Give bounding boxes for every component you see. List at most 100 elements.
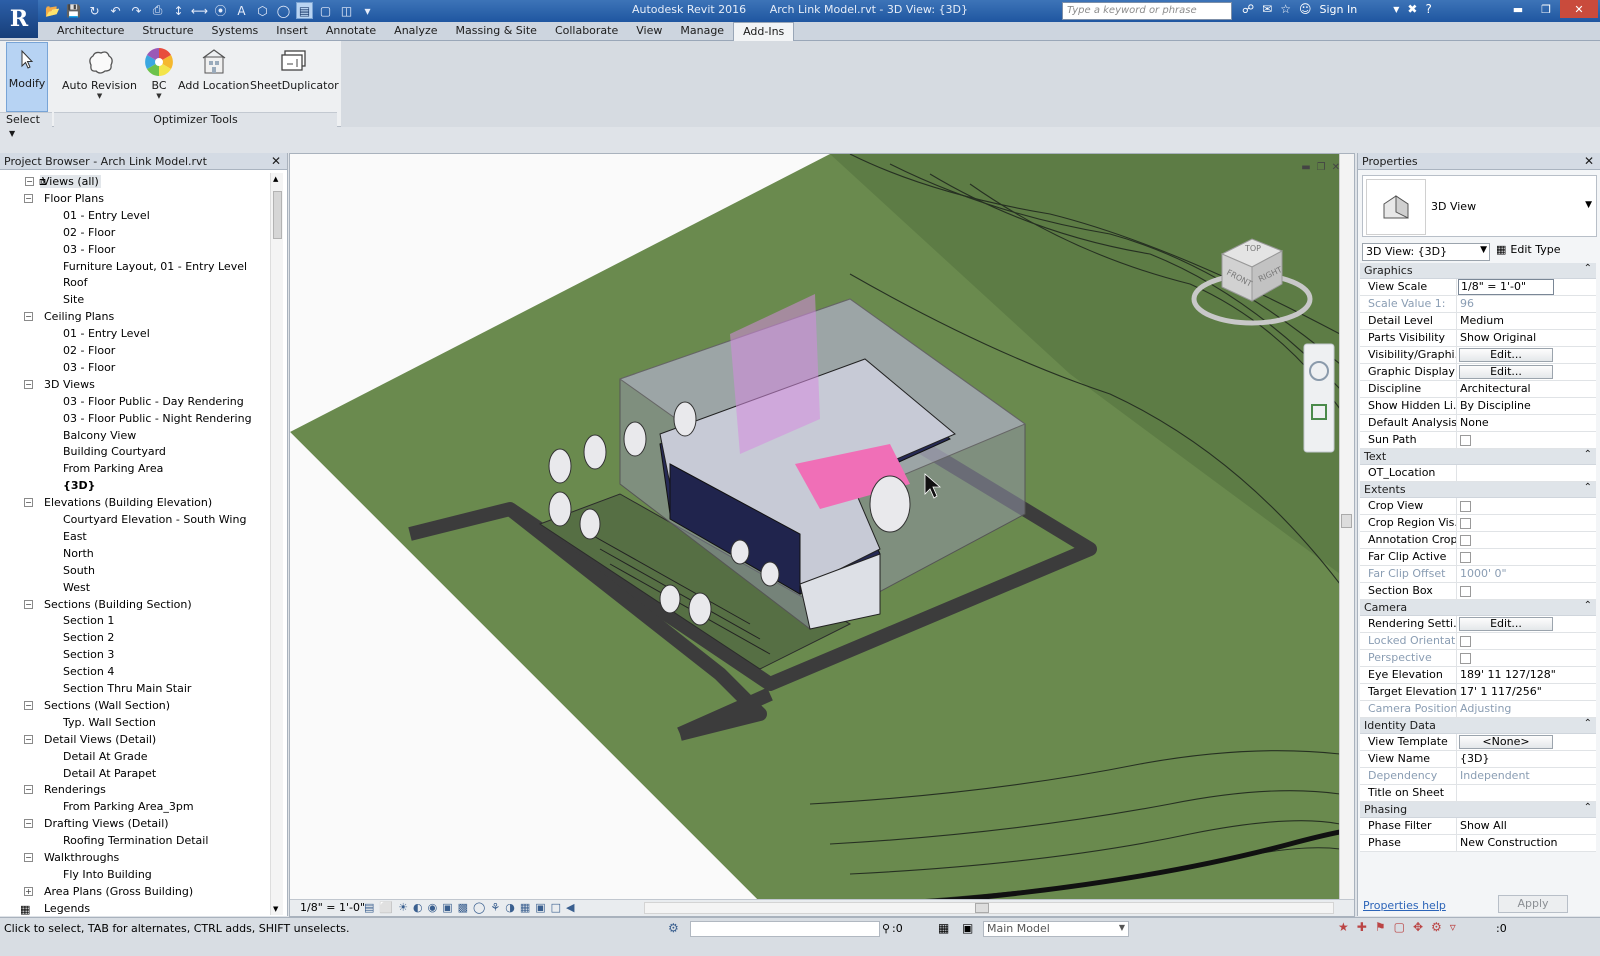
collapse-icon[interactable]: ⌃ bbox=[1584, 600, 1592, 611]
property-value[interactable]: Medium bbox=[1457, 313, 1596, 329]
sun-path-icon[interactable]: ☀ bbox=[398, 901, 408, 914]
property-value[interactable] bbox=[1457, 465, 1596, 481]
crop-region-icon[interactable]: ▩ bbox=[458, 901, 468, 914]
property-checkbox[interactable] bbox=[1460, 586, 1471, 597]
worksharing-icon[interactable]: ▦ bbox=[520, 901, 530, 914]
tree-view-item[interactable]: 03 - Floor Public - Night Rendering bbox=[63, 410, 252, 427]
application-menu-button[interactable]: R bbox=[0, 0, 38, 38]
property-value[interactable]: 1/8" = 1'-0" bbox=[1457, 279, 1596, 295]
tree-view-item[interactable]: Section 1 bbox=[63, 612, 114, 629]
visual-style-icon[interactable]: ⬜ bbox=[379, 901, 393, 914]
scroll-thumb[interactable] bbox=[1341, 514, 1352, 528]
select-underlay-icon[interactable]: ✚ bbox=[1357, 920, 1367, 934]
close-icon[interactable]: ✕ bbox=[1560, 0, 1598, 18]
tree-view-item[interactable]: Section Thru Main Stair bbox=[63, 680, 191, 697]
property-value[interactable] bbox=[1457, 549, 1596, 565]
temporary-hide-icon[interactable]: ⚘ bbox=[490, 901, 500, 914]
collapse-icon[interactable]: ⌃ bbox=[1584, 263, 1592, 274]
modify-button[interactable]: Modify bbox=[6, 42, 48, 112]
property-value[interactable]: <None> bbox=[1457, 734, 1596, 750]
view-scale-input[interactable]: 1/8" = 1'-0" bbox=[1458, 279, 1554, 295]
property-value[interactable]: 17' 1 117/256" bbox=[1457, 684, 1596, 700]
property-value[interactable]: Show Original bbox=[1457, 330, 1596, 346]
tree-category[interactable]: − Detail Views (Detail) bbox=[24, 731, 156, 748]
tree-view-item[interactable]: 03 - Floor bbox=[63, 359, 115, 376]
chevron-down-icon[interactable]: ▼ bbox=[97, 92, 102, 100]
tree-category[interactable]: − Walkthroughs bbox=[24, 849, 119, 866]
chevron-left-icon[interactable]: ◀ bbox=[566, 901, 574, 914]
collapse-icon[interactable]: − bbox=[24, 853, 33, 862]
tab-structure[interactable]: Structure bbox=[133, 22, 202, 41]
property-value[interactable]: {3D} bbox=[1457, 751, 1596, 767]
scroll-thumb[interactable] bbox=[273, 191, 282, 239]
tree-view-item[interactable]: Section 4 bbox=[63, 663, 114, 680]
workset-field[interactable] bbox=[690, 921, 880, 937]
star-icon[interactable]: ☆ bbox=[1280, 2, 1291, 16]
property-value[interactable] bbox=[1457, 515, 1596, 531]
property-edit-button[interactable]: Edit... bbox=[1459, 617, 1553, 631]
collapse-icon[interactable]: − bbox=[24, 379, 33, 389]
background-process-icon[interactable]: ⚙ bbox=[1431, 920, 1442, 934]
sign-in-link[interactable]: Sign In bbox=[1320, 3, 1358, 16]
crop-view-icon[interactable]: ▣ bbox=[442, 901, 452, 914]
tree-view-item[interactable]: 03 - Floor bbox=[63, 241, 115, 258]
tree-view-item[interactable]: Section 2 bbox=[63, 629, 114, 646]
select-by-face-icon[interactable]: ▢ bbox=[1394, 920, 1405, 934]
property-value[interactable]: New Construction bbox=[1457, 835, 1596, 851]
instance-filter-select[interactable]: 3D View: {3D} ▼ bbox=[1362, 243, 1490, 261]
property-value[interactable]: By Discipline bbox=[1457, 398, 1596, 414]
exchange-apps-icon[interactable]: ✖ bbox=[1407, 2, 1417, 16]
bc-button[interactable]: BC ▼ bbox=[142, 45, 176, 100]
add-location-button[interactable]: Add Location bbox=[178, 45, 249, 92]
type-selector[interactable]: 3D View ▼ bbox=[1362, 175, 1597, 237]
tree-view-item[interactable]: Site bbox=[63, 291, 84, 308]
tree-view-item[interactable]: Section 3 bbox=[63, 646, 114, 663]
property-group-header[interactable]: Extents ⌃ bbox=[1360, 482, 1596, 498]
collapse-icon[interactable]: − bbox=[24, 599, 33, 609]
view-scale-label[interactable]: 1/8" = 1'-0" bbox=[300, 901, 365, 914]
tree-view-item[interactable]: West bbox=[63, 579, 90, 596]
scroll-thumb[interactable] bbox=[975, 903, 989, 913]
communication-icon[interactable]: ✉ bbox=[1262, 2, 1272, 16]
view-vertical-scrollbar[interactable] bbox=[1339, 154, 1354, 902]
collapse-icon[interactable]: − bbox=[24, 193, 33, 203]
tree-category[interactable]: − Sections (Wall Section) bbox=[24, 697, 170, 714]
property-checkbox[interactable] bbox=[1460, 435, 1471, 446]
collapse-icon[interactable]: − bbox=[24, 700, 33, 710]
detail-level-icon[interactable]: ▤ bbox=[364, 901, 374, 914]
property-checkbox[interactable] bbox=[1460, 518, 1471, 529]
help-icon[interactable]: ? bbox=[1425, 2, 1431, 16]
collapse-icon[interactable]: − bbox=[24, 498, 33, 508]
tree-view-item[interactable]: {3D} bbox=[63, 477, 95, 494]
tab-analyze[interactable]: Analyze bbox=[385, 22, 446, 41]
tree-category[interactable]: − Renderings bbox=[24, 781, 106, 798]
property-checkbox[interactable] bbox=[1460, 535, 1471, 546]
shadows-icon[interactable]: ◐ bbox=[413, 901, 423, 914]
tab-add-ins[interactable]: Add-Ins bbox=[733, 22, 795, 41]
minimize-icon[interactable]: ▬ bbox=[1301, 162, 1310, 173]
property-group-header[interactable]: Camera ⌃ bbox=[1360, 600, 1596, 616]
property-value[interactable]: Show All bbox=[1457, 818, 1596, 834]
select-pinned-icon[interactable]: ⚑ bbox=[1375, 920, 1386, 934]
exclude-options-icon[interactable]: ▣ bbox=[962, 921, 973, 935]
select-panel-dropdown[interactable]: Select ▼ bbox=[0, 112, 52, 138]
collapse-icon[interactable]: − bbox=[24, 785, 33, 795]
edit-type-button[interactable]: ▦ Edit Type bbox=[1496, 243, 1560, 256]
collapse-icon[interactable]: − bbox=[24, 734, 33, 744]
design-options-icon[interactable]: ▦ bbox=[938, 921, 949, 935]
tab-annotate[interactable]: Annotate bbox=[317, 22, 385, 41]
tree-view-item[interactable]: 02 - Floor bbox=[63, 342, 115, 359]
tree-category[interactable]: ▦ Legends bbox=[20, 900, 90, 915]
property-checkbox[interactable] bbox=[1460, 501, 1471, 512]
scroll-down-icon[interactable]: ▼ bbox=[273, 905, 278, 913]
analysis-icon[interactable]: ▣ bbox=[535, 901, 545, 914]
tree-view-item[interactable]: Balcony View bbox=[63, 427, 136, 444]
user-icon[interactable]: ☺ bbox=[1299, 2, 1312, 16]
property-value[interactable]: Edit... bbox=[1457, 347, 1596, 363]
render-icon[interactable]: ◉ bbox=[428, 901, 438, 914]
property-edit-button[interactable]: <None> bbox=[1459, 735, 1553, 749]
worksets-icon[interactable]: ⚙ bbox=[668, 921, 679, 935]
tab-collaborate[interactable]: Collaborate bbox=[546, 22, 627, 41]
tree-view-item[interactable]: Building Courtyard bbox=[63, 443, 166, 460]
tree-category[interactable]: − 3D Views bbox=[24, 376, 95, 393]
